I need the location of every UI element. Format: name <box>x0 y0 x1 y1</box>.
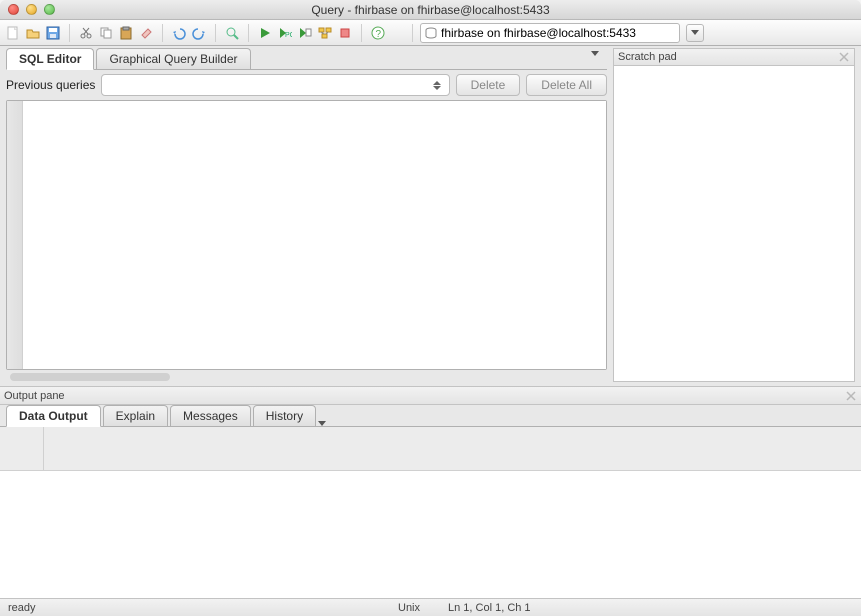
previous-queries-label: Previous queries <box>6 78 95 92</box>
minimize-window-button[interactable] <box>26 4 37 15</box>
connection-combo[interactable]: fhirbase on fhirbase@localhost:5433 <box>420 23 680 43</box>
chevron-down-icon <box>591 51 599 56</box>
grid-body <box>0 471 861 598</box>
scrollbar-thumb[interactable] <box>10 373 170 381</box>
save-file-icon[interactable] <box>44 24 62 42</box>
delete-button[interactable]: Delete <box>456 74 521 96</box>
editor-tab-strip: SQL Editor Graphical Query Builder <box>6 48 607 70</box>
help-icon[interactable]: ? <box>369 24 387 42</box>
connection-label: fhirbase on fhirbase@localhost:5433 <box>441 26 636 40</box>
zoom-window-button[interactable] <box>44 4 55 15</box>
chevron-down-icon <box>318 421 326 426</box>
connection-dropdown-button[interactable] <box>686 24 704 42</box>
cut-icon[interactable] <box>77 24 95 42</box>
execute-icon[interactable] <box>256 24 274 42</box>
new-file-icon[interactable] <box>4 24 22 42</box>
close-icon[interactable] <box>838 51 850 63</box>
grid-header-row <box>44 427 861 471</box>
tab-data-output[interactable]: Data Output <box>6 405 101 427</box>
tab-explain[interactable]: Explain <box>103 405 168 426</box>
output-grid <box>0 427 861 598</box>
execute-pgscript-icon[interactable]: PG <box>276 24 294 42</box>
scratch-pad-textarea[interactable] <box>613 66 855 382</box>
sql-editor-area <box>6 100 607 370</box>
output-tabs-menu-button[interactable] <box>318 421 326 426</box>
close-window-button[interactable] <box>8 4 19 15</box>
explain-icon[interactable] <box>316 24 334 42</box>
output-pane-title: Output pane <box>4 390 65 402</box>
redo-icon[interactable] <box>190 24 208 42</box>
open-file-icon[interactable] <box>24 24 42 42</box>
window-title: Query - fhirbase on fhirbase@localhost:5… <box>0 3 861 17</box>
horizontal-scrollbar[interactable] <box>6 372 607 382</box>
paste-icon[interactable] <box>117 24 135 42</box>
copy-icon[interactable] <box>97 24 115 42</box>
cancel-query-icon[interactable] <box>336 24 354 42</box>
svg-text:PG: PG <box>285 32 292 39</box>
delete-all-button[interactable]: Delete All <box>526 74 607 96</box>
execute-file-icon[interactable] <box>296 24 314 42</box>
close-icon[interactable] <box>845 390 857 402</box>
editor-gutter <box>7 101 23 369</box>
chevron-down-icon <box>691 30 699 35</box>
status-bar: ready Unix Ln 1, Col 1, Ch 1 <box>0 598 861 616</box>
sql-editor-input[interactable] <box>23 101 606 369</box>
tab-graphical-query-builder[interactable]: Graphical Query Builder <box>96 48 250 69</box>
output-tab-strip: Data Output Explain Messages History <box>0 405 861 427</box>
status-state: ready <box>8 602 398 614</box>
scratch-pad-title: Scratch pad <box>618 51 677 63</box>
svg-text:?: ? <box>376 29 382 40</box>
tab-history[interactable]: History <box>253 405 316 426</box>
undo-icon[interactable] <box>170 24 188 42</box>
grid-corner <box>0 427 44 471</box>
toolbar: PG ? fhirbase on fhirbase@localhost:5433 <box>0 20 861 46</box>
tab-messages[interactable]: Messages <box>170 405 251 426</box>
editor-tabs-menu-button[interactable] <box>591 51 605 65</box>
find-icon[interactable] <box>223 24 241 42</box>
scratch-pad-header: Scratch pad <box>613 48 855 66</box>
tab-sql-editor[interactable]: SQL Editor <box>6 48 94 70</box>
database-icon <box>425 27 437 39</box>
title-bar: Query - fhirbase on fhirbase@localhost:5… <box>0 0 861 20</box>
clear-icon[interactable] <box>137 24 155 42</box>
previous-queries-select[interactable] <box>101 74 449 96</box>
status-position: Ln 1, Col 1, Ch 1 <box>448 602 531 614</box>
output-pane-header: Output pane <box>0 387 861 405</box>
status-encoding: Unix <box>398 602 448 614</box>
stepper-icon <box>433 77 445 93</box>
